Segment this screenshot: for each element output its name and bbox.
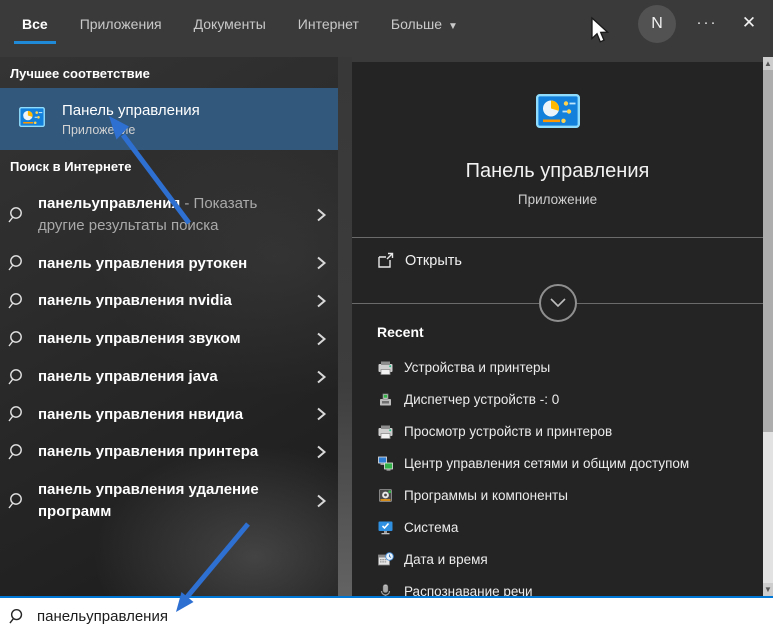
tab-all[interactable]: Все xyxy=(22,2,48,44)
search-suggestion[interactable]: панель управления нвидиа xyxy=(0,396,338,434)
web-search-header: Поиск в Интернете xyxy=(0,150,338,181)
panel-divider-band xyxy=(338,57,352,596)
chevron-right-icon[interactable] xyxy=(314,407,328,421)
open-external-icon xyxy=(377,252,394,269)
search-icon xyxy=(8,368,26,386)
search-icon xyxy=(8,330,26,348)
best-match-header: Лучшее соответствие xyxy=(0,57,338,88)
suggestion-text: панель управления nvidia xyxy=(38,290,296,312)
search-suggestion[interactable]: панель управления удаление программ xyxy=(0,471,338,531)
chevron-right-icon[interactable] xyxy=(314,370,328,384)
scrollbar-thumb[interactable] xyxy=(763,70,773,432)
preview-app-subtitle: Приложение xyxy=(352,192,763,207)
search-suggestion[interactable]: панель управления рутокен xyxy=(0,245,338,283)
recent-item-label: Программы и компоненты xyxy=(404,488,568,503)
recent-item[interactable]: Распознавание речи xyxy=(352,575,763,596)
search-suggestion[interactable]: панель управления звуком xyxy=(0,320,338,358)
suggestion-text: панель управления нвидиа xyxy=(38,404,296,426)
open-action[interactable]: Открыть xyxy=(377,252,462,269)
recent-header: Recent xyxy=(377,324,424,340)
search-icon xyxy=(8,405,26,423)
divider xyxy=(352,237,763,238)
recent-item-label: Устройства и принтеры xyxy=(404,360,550,375)
search-filter-tabs: Все Приложения Документы Интернет Больше▼ xyxy=(22,0,458,45)
search-results-panel: Лучшее соответствие Панель управления Пр… xyxy=(0,57,338,596)
chevron-right-icon[interactable] xyxy=(314,208,328,222)
recent-item[interactable]: Программы и компоненты xyxy=(352,479,763,511)
programs-features-icon xyxy=(377,487,394,504)
dropdown-caret-icon: ▼ xyxy=(448,21,458,32)
scrollbar-down-icon[interactable]: ▼ xyxy=(763,583,773,596)
recent-item[interactable]: Устройства и принтеры xyxy=(352,351,763,383)
tab-приложения[interactable]: Приложения xyxy=(80,2,162,44)
search-icon xyxy=(9,608,26,625)
expand-preview-button[interactable] xyxy=(539,284,577,322)
scrollbar-up-icon[interactable]: ▲ xyxy=(763,57,773,70)
search-suggestion[interactable]: панельуправления - Показать другие резул… xyxy=(0,185,338,245)
suggestion-text: панель управления звуком xyxy=(38,328,296,350)
preview-app-title: Панель управления xyxy=(352,160,763,183)
search-bar[interactable] xyxy=(0,596,773,634)
recent-item-label: Просмотр устройств и принтеров xyxy=(404,424,612,439)
avatar[interactable]: N xyxy=(638,5,676,43)
suggestion-text: панель управления java xyxy=(38,366,296,388)
system-icon xyxy=(377,519,394,536)
search-icon xyxy=(8,443,26,461)
recent-list: Устройства и принтеры Диспетчер устройств… xyxy=(352,351,763,596)
recent-item[interactable]: Система xyxy=(352,511,763,543)
date-time-icon xyxy=(377,551,394,568)
search-suggestions-list: панельуправления - Показать другие резул… xyxy=(0,185,338,531)
suggestion-text: панель управления рутокен xyxy=(38,253,296,275)
chevron-right-icon[interactable] xyxy=(314,332,328,346)
recent-item[interactable]: Дата и время xyxy=(352,543,763,575)
recent-item-label: Центр управления сетями и общим доступом xyxy=(404,456,689,471)
control-panel-icon xyxy=(536,94,580,128)
open-action-label: Открыть xyxy=(405,253,462,269)
devices-printers-icon xyxy=(377,359,394,376)
preview-panel: Панель управления Приложение Открыть Rec… xyxy=(352,62,763,596)
chevron-right-icon[interactable] xyxy=(314,494,328,508)
suggestion-text: панель управления принтера xyxy=(38,441,296,463)
tab-интернет[interactable]: Интернет xyxy=(298,2,359,44)
chevron-down-icon xyxy=(550,294,566,312)
search-icon xyxy=(8,292,26,310)
recent-item[interactable]: Диспетчер устройств -: 0 xyxy=(352,383,763,415)
chevron-right-icon[interactable] xyxy=(314,445,328,459)
best-match-title: Панель управления xyxy=(62,102,200,119)
search-suggestion[interactable]: панель управления принтера xyxy=(0,433,338,471)
recent-item-label: Дата и время xyxy=(404,552,488,567)
search-icon xyxy=(8,206,26,224)
search-suggestion[interactable]: панель управления java xyxy=(0,358,338,396)
recent-item-label: Диспетчер устройств -: 0 xyxy=(404,392,559,407)
chevron-right-icon[interactable] xyxy=(314,294,328,308)
device-manager-icon xyxy=(377,391,394,408)
chevron-right-icon[interactable] xyxy=(314,256,328,270)
devices-printers-icon xyxy=(377,423,394,440)
search-top-bar: ВсеПриложенияДокументыИнтернетБольше▼ N … xyxy=(0,0,773,57)
search-input[interactable] xyxy=(37,608,637,625)
best-match-result[interactable]: Панель управления Приложение xyxy=(0,88,338,150)
more-options-button[interactable]: ··· xyxy=(690,10,724,36)
recent-item[interactable]: Центр управления сетями и общим доступом xyxy=(352,447,763,479)
search-suggestion[interactable]: панель управления nvidia xyxy=(0,282,338,320)
speech-recognition-icon xyxy=(377,583,394,597)
best-match-subtitle: Приложение xyxy=(62,123,200,137)
close-icon[interactable]: ✕ xyxy=(735,10,763,36)
recent-item-label: Система xyxy=(404,520,458,535)
network-center-icon xyxy=(377,455,394,472)
recent-item-label: Распознавание речи xyxy=(404,584,533,597)
control-panel-icon xyxy=(19,107,45,132)
tab-больше[interactable]: Больше▼ xyxy=(391,2,458,44)
suggestion-text: панель управления удаление программ xyxy=(38,479,296,523)
suggestion-text: панельуправления - Показать другие резул… xyxy=(38,193,296,237)
tab-документы[interactable]: Документы xyxy=(194,2,266,44)
search-icon xyxy=(8,254,26,272)
search-icon xyxy=(8,492,26,510)
recent-item[interactable]: Просмотр устройств и принтеров xyxy=(352,415,763,447)
preview-scrollbar[interactable]: ▲ ▼ xyxy=(763,57,773,596)
